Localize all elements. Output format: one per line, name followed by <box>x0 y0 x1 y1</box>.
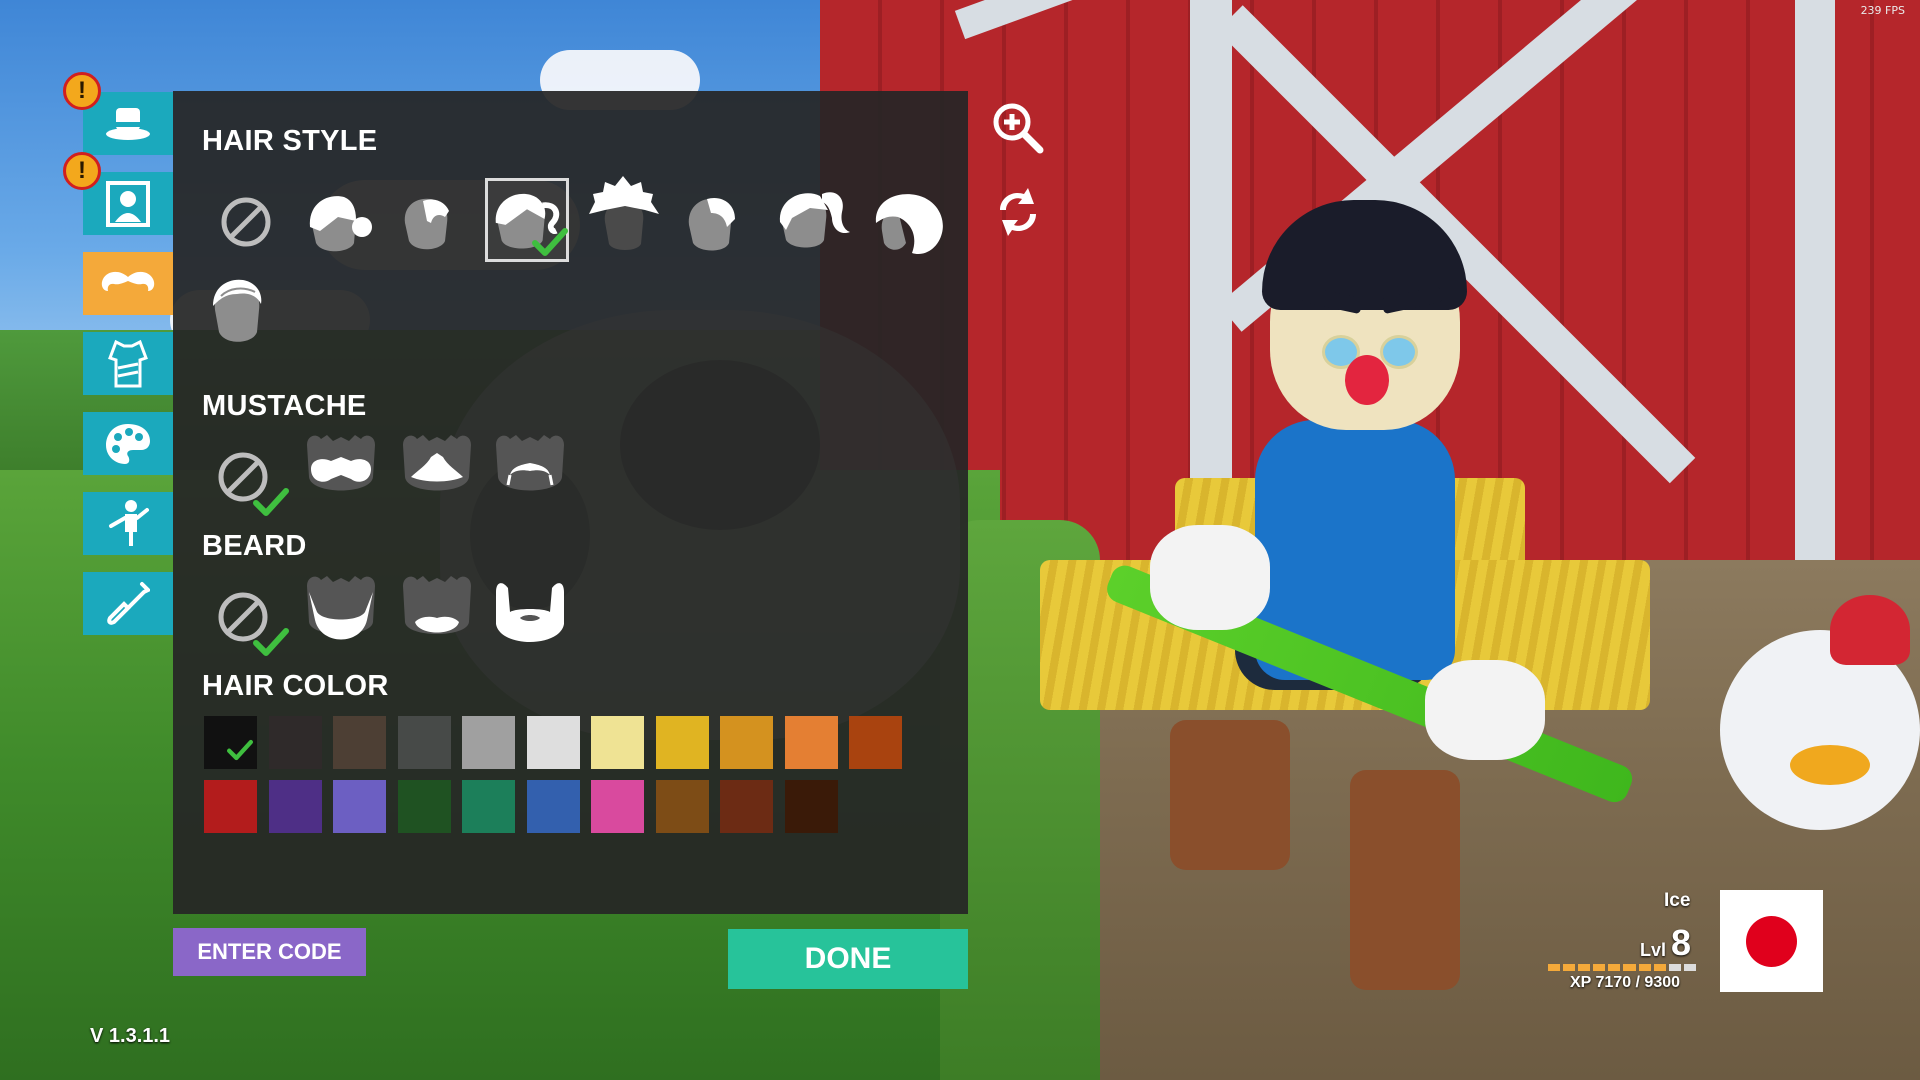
hair-helmet-icon <box>875 194 943 255</box>
hair-color-swatch[interactable] <box>785 780 838 833</box>
hair-color-swatch[interactable] <box>333 716 386 769</box>
hair-slick-icon <box>213 279 262 342</box>
version-label: V 1.3.1.1 <box>90 1025 171 1047</box>
japan-flag-icon <box>1746 916 1797 967</box>
hair-style-title: HAIR STYLE <box>202 125 378 157</box>
xp-progress-bar <box>1548 964 1696 971</box>
shirt-icon <box>108 339 148 387</box>
hair-color-swatch[interactable] <box>204 780 257 833</box>
level-label: Lvl <box>1640 940 1667 960</box>
beard-option-full[interactable] <box>488 572 572 656</box>
tab-facial-hair[interactable] <box>83 252 173 315</box>
hair-color-swatch[interactable] <box>462 716 515 769</box>
hair-color-swatch[interactable] <box>591 716 644 769</box>
beard-chin-strap-icon <box>403 576 471 634</box>
level-value: 8 <box>1671 922 1692 963</box>
hair-color-title: HAIR COLOR <box>202 670 389 702</box>
portrait-icon <box>106 180 150 227</box>
alert-icon: ! <box>63 72 101 110</box>
hair-option-ponytail[interactable] <box>770 178 854 262</box>
hair-color-swatch[interactable] <box>462 780 515 833</box>
tab-colors[interactable] <box>83 412 173 475</box>
hair-color-swatch[interactable] <box>398 716 451 769</box>
hair-color-swatch[interactable] <box>720 716 773 769</box>
selected-check-icon <box>227 739 253 761</box>
palette-icon <box>106 423 150 464</box>
hair-bun-icon <box>309 196 372 252</box>
hair-option-ponytail-curl[interactable] <box>485 178 569 262</box>
hair-mohawk-icon <box>589 176 659 250</box>
character-glasses <box>1380 335 1418 369</box>
rotate-icon <box>1000 188 1036 236</box>
hair-color-swatch[interactable] <box>849 716 902 769</box>
mustache-walrus-icon <box>307 435 375 491</box>
hair-option-slick[interactable] <box>196 268 280 352</box>
chicken-beak <box>1790 745 1870 785</box>
done-button[interactable]: DONE <box>728 929 968 989</box>
hair-color-swatch[interactable] <box>269 780 322 833</box>
character-boot <box>1350 770 1460 990</box>
hair-side-part-icon <box>688 197 735 251</box>
selected-check-icon <box>253 488 289 516</box>
hair-option-mohawk[interactable] <box>583 172 667 256</box>
pose-icon <box>109 499 149 546</box>
mustache-option-walrus[interactable] <box>299 424 383 508</box>
selected-check-icon <box>532 228 568 256</box>
chicken-comb <box>1830 595 1910 665</box>
character-hand <box>1425 660 1545 760</box>
beard-title: BEARD <box>202 530 307 562</box>
mustache-option-chevron[interactable] <box>395 424 479 508</box>
hair-option-bun[interactable] <box>296 180 380 264</box>
hair-color-swatch[interactable] <box>269 716 322 769</box>
beard-option-goatee[interactable] <box>299 570 383 654</box>
hair-option-helmet[interactable] <box>866 182 950 266</box>
mustache-icon <box>101 271 155 291</box>
hair-color-swatch[interactable] <box>656 780 709 833</box>
hair-option-none[interactable] <box>204 180 288 264</box>
hair-ponytail-icon <box>779 192 850 248</box>
rotate-button[interactable] <box>990 184 1046 240</box>
player-name: Ice <box>1664 890 1691 911</box>
hair-color-swatch[interactable] <box>656 716 709 769</box>
hair-color-swatch[interactable] <box>527 716 580 769</box>
mustache-title: MUSTACHE <box>202 390 367 422</box>
alert-icon: ! <box>63 152 101 190</box>
xp-text: XP 7170 / 9300 <box>1570 974 1681 991</box>
hair-color-swatch[interactable] <box>204 716 257 769</box>
fps-counter: 239 FPS <box>1860 4 1905 17</box>
tab-emotes[interactable] <box>83 492 173 555</box>
player-flag <box>1720 890 1823 992</box>
mustache-chevron-icon <box>403 435 471 491</box>
beard-option-none[interactable] <box>203 575 289 659</box>
beard-option-chin-strap[interactable] <box>395 570 479 654</box>
character-hand <box>1150 525 1270 630</box>
zoom-button[interactable] <box>990 100 1046 156</box>
mustache-option-handlebar[interactable] <box>488 424 572 508</box>
hair-color-swatch[interactable] <box>591 780 644 833</box>
hair-color-swatch[interactable] <box>785 716 838 769</box>
hair-option-side-part[interactable] <box>670 180 754 264</box>
zoom-in-icon <box>993 103 1044 154</box>
character-boot <box>1170 720 1290 870</box>
character-nose <box>1345 355 1389 405</box>
beard-goatee-icon <box>307 576 375 640</box>
beard-full-icon <box>496 583 564 642</box>
hair-short-icon <box>404 198 449 250</box>
shovel-icon <box>107 581 150 625</box>
tab-outfit[interactable] <box>83 332 173 395</box>
hair-color-swatch[interactable] <box>720 780 773 833</box>
hair-color-swatch[interactable] <box>398 780 451 833</box>
selected-check-icon <box>253 628 289 656</box>
none-icon <box>221 197 271 247</box>
mustache-handlebar-icon <box>496 435 564 491</box>
enter-code-button[interactable]: ENTER CODE <box>173 928 366 976</box>
hair-color-swatch[interactable] <box>527 780 580 833</box>
hair-color-swatch[interactable] <box>333 780 386 833</box>
mustache-option-none[interactable] <box>203 435 289 519</box>
hair-option-short[interactable] <box>386 180 470 264</box>
tab-tools[interactable] <box>83 572 173 635</box>
hat-icon <box>106 107 150 140</box>
